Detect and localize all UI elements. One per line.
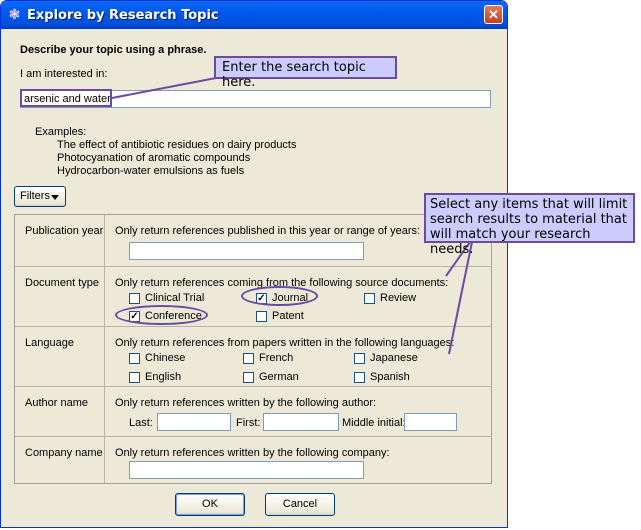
callout-filters: Select any items that will limit search … xyxy=(424,193,635,257)
callout-pointers xyxy=(111,77,473,355)
pointer-line xyxy=(448,241,473,355)
pointer-line xyxy=(111,77,217,99)
callout-search-topic: Enter the search topic here. xyxy=(214,56,397,90)
